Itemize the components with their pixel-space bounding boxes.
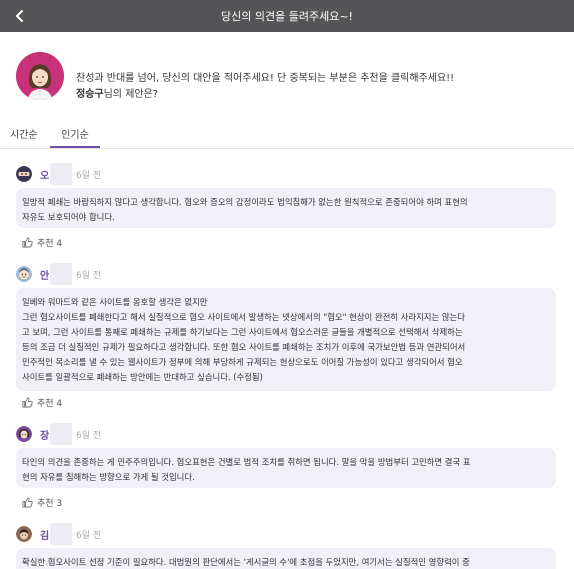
comment-author: 안: [40, 271, 50, 282]
like-count: 추천 4: [37, 239, 63, 249]
thumbs-up-icon: [22, 497, 33, 508]
comment-time: 6일 전: [76, 431, 102, 441]
thumbs-up-icon: [22, 237, 33, 248]
intro-section: 찬성과 반대를 넘어, 당신의 대안을 적어주세요! 단 중복되는 부분은 추천…: [16, 52, 556, 102]
woman-avatar-icon: [16, 426, 32, 442]
ninja-avatar-icon: [16, 166, 32, 182]
comment-time: 6일 전: [76, 271, 102, 281]
like-button[interactable]: 추천 4: [22, 396, 62, 409]
page-title: 당신의 의견을 들려주세요~!: [221, 10, 353, 23]
man-avatar-icon: [16, 526, 32, 542]
like-count: 추천 3: [37, 499, 63, 509]
smiling-avatar-icon: [16, 266, 32, 282]
name-redaction: [50, 423, 72, 445]
chevron-left-icon[interactable]: [10, 6, 30, 26]
sort-tabs: 시간순 인기순: [0, 120, 574, 149]
user-avatar: [16, 52, 64, 100]
comment-text: 타인의 의견을 존중하는 게 민주주의입니다. 혐오표현은 건별로 법적 조치를…: [16, 448, 556, 488]
intro-prompt: 정승구님의 제안은?: [76, 85, 158, 100]
intro-instructions: 찬성과 반대를 넘어, 당신의 대안을 적어주세요! 단 중복되는 부분은 추천…: [76, 73, 455, 84]
comment-time: 6일 전: [76, 171, 102, 181]
intro-prompt-suffix: 님의 제안은?: [103, 89, 159, 100]
tab-popular-order[interactable]: 인기순: [50, 126, 100, 148]
comment-author: 김: [40, 531, 50, 542]
tab-time-order[interactable]: 시간순: [10, 126, 38, 148]
comment-author: 오: [40, 171, 50, 182]
name-redaction: [50, 523, 72, 545]
comment-text: 일방적 폐쇄는 바람직하지 않다고 생각합니다. 혐오와 증오의 감정이라도 법…: [16, 188, 556, 228]
comment-text: 확실한 혐오사이트 선정 기준이 필요하다. 대법원의 판단에서는 '게시글의 …: [16, 548, 556, 569]
comment-time: 6일 전: [76, 531, 102, 541]
like-count: 추천 4: [37, 399, 63, 409]
comment-text: 일베와 워마드와 같은 사이트를 옹호할 생각은 없지만 그런 혐오사이트를 폐…: [16, 288, 556, 391]
name-redaction: [50, 263, 72, 285]
like-button[interactable]: 추천 3: [22, 496, 62, 509]
intro-user-name: 정승구: [76, 89, 104, 100]
thumbs-up-icon: [22, 397, 33, 408]
active-tab-indicator: [50, 146, 100, 148]
comment-author: 장: [40, 431, 50, 442]
top-bar: 당신의 의견을 들려주세요~!: [0, 0, 574, 32]
like-button[interactable]: 추천 4: [22, 236, 62, 249]
name-redaction: [50, 163, 72, 185]
